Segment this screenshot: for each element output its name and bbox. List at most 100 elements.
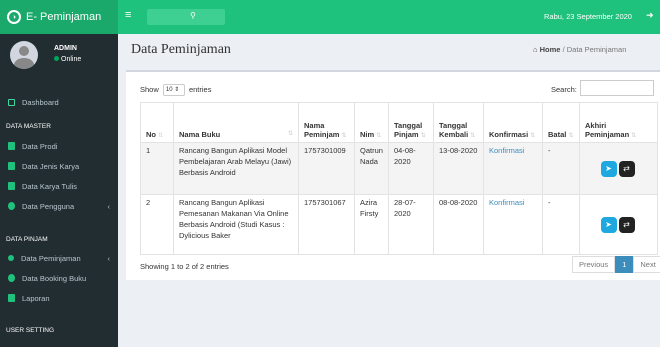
peminjaman-table: No ⇅ Nama Buku ⇅ Nama Peminjam ⇅ Nim ⇅ T…	[140, 102, 658, 255]
col-header-label: Nim	[360, 130, 375, 139]
page-title: Data Peminjaman	[131, 42, 231, 57]
circle-icon	[8, 274, 15, 282]
sidebar-item-data-booking-buku[interactable]: Data Booking Buku	[0, 270, 118, 286]
sidebar-item-label: Dashboard	[22, 97, 59, 107]
file-icon	[8, 294, 15, 302]
users-icon	[8, 202, 15, 210]
sort-icon: ⇅	[470, 133, 476, 139]
monitor-icon	[8, 98, 15, 106]
sidebar-item-data-pengguna[interactable]: Data Pengguna ‹	[0, 198, 118, 214]
sidebar-item-data-karya-tulis[interactable]: Data Karya Tulis	[0, 178, 118, 194]
breadcrumb-separator: /	[562, 45, 565, 54]
sidebar-header-pinjam: DATA PINJAM	[6, 236, 48, 243]
sort-asc-icon: ⇅	[158, 133, 164, 139]
menu-toggle-icon[interactable]: ≡	[125, 9, 131, 21]
send-button[interactable]: ➤	[600, 160, 617, 177]
breadcrumb: ⌂ Home / Data Peminjaman	[533, 45, 626, 54]
col-header-label: Tanggal Pinjam	[394, 121, 423, 139]
cell-no: 2	[140, 194, 174, 255]
swap-button[interactable]: ⇄	[618, 216, 635, 233]
top-search-input[interactable]: ⚲	[147, 9, 225, 25]
book-icon	[8, 142, 15, 150]
entries-label: entries	[188, 84, 212, 94]
col-header-akhiri[interactable]: Akhiri Peminjaman ⇅	[579, 102, 658, 143]
pagination: Previous 1 Next	[572, 256, 660, 273]
col-header-batal[interactable]: Batal ⇅	[542, 102, 580, 143]
entries-select[interactable]: 10 ⇕	[162, 84, 185, 96]
swap-button[interactable]: ⇄	[618, 160, 635, 177]
cell-nama-buku: Rancang Bangun Aplikasi Pemesanan Makana…	[173, 194, 299, 255]
online-dot-icon	[54, 56, 59, 61]
col-header-label: Konfirmasi	[489, 130, 529, 139]
cell-batal: -	[542, 194, 580, 255]
home-icon: ⌂	[533, 45, 538, 54]
entries-length-control: Show 10 ⇕ entries	[140, 84, 211, 96]
cell-nim: Qatrun Nada	[354, 142, 389, 195]
cell-nama-buku: Rancang Bangun Aplikasi Model Pembelajar…	[173, 142, 299, 195]
avatar	[10, 41, 38, 69]
sidebar-item-label: Data Prodi	[22, 141, 58, 151]
konfirmasi-link[interactable]: Konfirmasi	[489, 146, 524, 155]
col-header-nama-peminjam[interactable]: Nama Peminjam ⇅	[298, 102, 355, 143]
book-icon	[8, 182, 15, 190]
sidebar-header-master: DATA MASTER	[6, 123, 51, 130]
cell-nama-peminjam: 1757301009	[298, 142, 355, 195]
sort-icon: ⇅	[287, 131, 293, 137]
col-header-konfirmasi[interactable]: Konfirmasi ⇅	[483, 102, 543, 143]
sort-icon: ⇅	[341, 133, 347, 139]
app-title: E- Peminjaman	[26, 11, 102, 23]
sidebar-item-data-jenis-karya[interactable]: Data Jenis Karya	[0, 158, 118, 174]
cell-batal: -	[542, 142, 580, 195]
table-info: Showing 1 to 2 of 2 entries	[140, 262, 229, 271]
circle-icon	[8, 255, 14, 261]
sidebar-item-label: Data Karya Tulis	[22, 181, 78, 191]
sidebar-item-label: Data Pengguna	[22, 201, 75, 211]
user-status: Online	[54, 56, 81, 63]
logout-icon[interactable]: ➜	[646, 10, 654, 21]
sidebar-item-laporan[interactable]: Laporan	[0, 290, 118, 306]
cell-akhiri: ➤ ⇄	[579, 194, 658, 255]
user-name: ADMIN	[54, 45, 77, 52]
col-header-tanggal-kembali[interactable]: Tanggal Kembali ⇅	[433, 102, 484, 143]
col-header-nama-buku[interactable]: Nama Buku ⇅	[173, 102, 299, 143]
sidebar-header-setting: USER SETTING	[6, 327, 55, 334]
data-table-box: Show 10 ⇕ entries Search: No ⇅ Nama Buku…	[126, 70, 660, 280]
cell-nim: Azira Firsty	[354, 194, 389, 255]
next-button[interactable]: Next	[633, 256, 660, 273]
sidebar-item-dashboard[interactable]: Dashboard	[0, 92, 118, 112]
app-logo[interactable]: ◑ E- Peminjaman	[0, 0, 118, 34]
col-header-nim[interactable]: Nim ⇅	[354, 102, 389, 143]
cell-nama-peminjam: 1757301067	[298, 194, 355, 255]
chevron-left-icon: ‹	[107, 201, 111, 211]
logo-icon: ◑	[7, 10, 21, 24]
konfirmasi-link[interactable]: Konfirmasi	[489, 198, 524, 207]
send-button[interactable]: ➤	[600, 216, 617, 233]
col-header-label: No	[146, 130, 156, 139]
col-header-no[interactable]: No ⇅	[140, 102, 174, 143]
current-date: Rabu, 23 September 2020	[544, 12, 632, 21]
cell-tanggal-pinjam: 28-07-2020	[388, 194, 434, 255]
sort-icon: ⇅	[631, 133, 637, 139]
sidebar-item-label: Data Peminjaman	[21, 253, 81, 263]
search-input[interactable]	[580, 80, 654, 96]
sidebar: ADMIN Online Dashboard DATA MASTER Data …	[0, 34, 118, 347]
col-header-label: Nama Buku	[179, 130, 221, 139]
cell-tanggal-kembali: 13-08-2020	[433, 142, 484, 195]
table-row: 1 Rancang Bangun Aplikasi Model Pembelaj…	[140, 142, 658, 195]
table-header-row: No ⇅ Nama Buku ⇅ Nama Peminjam ⇅ Nim ⇅ T…	[140, 102, 658, 143]
breadcrumb-home[interactable]: Home	[540, 45, 561, 54]
sidebar-item-data-prodi[interactable]: Data Prodi	[0, 138, 118, 154]
cell-no: 1	[140, 142, 174, 195]
show-label: Show	[140, 84, 159, 94]
previous-button[interactable]: Previous	[572, 256, 616, 273]
sort-icon: ⇅	[568, 133, 574, 139]
cell-tanggal-pinjam: 04-08-2020	[388, 142, 434, 195]
col-header-label: Nama Peminjam	[304, 121, 340, 139]
user-panel: ADMIN Online	[0, 34, 118, 78]
sidebar-item-data-peminjaman[interactable]: Data Peminjaman ‹	[0, 250, 118, 266]
table-row: 2 Rancang Bangun Aplikasi Pemesanan Maka…	[140, 194, 658, 255]
col-header-tanggal-pinjam[interactable]: Tanggal Pinjam ⇅	[388, 102, 434, 143]
page-1-button[interactable]: 1	[615, 256, 634, 273]
breadcrumb-current: Data Peminjaman	[566, 45, 627, 54]
cell-akhiri: ➤ ⇄	[579, 142, 658, 195]
